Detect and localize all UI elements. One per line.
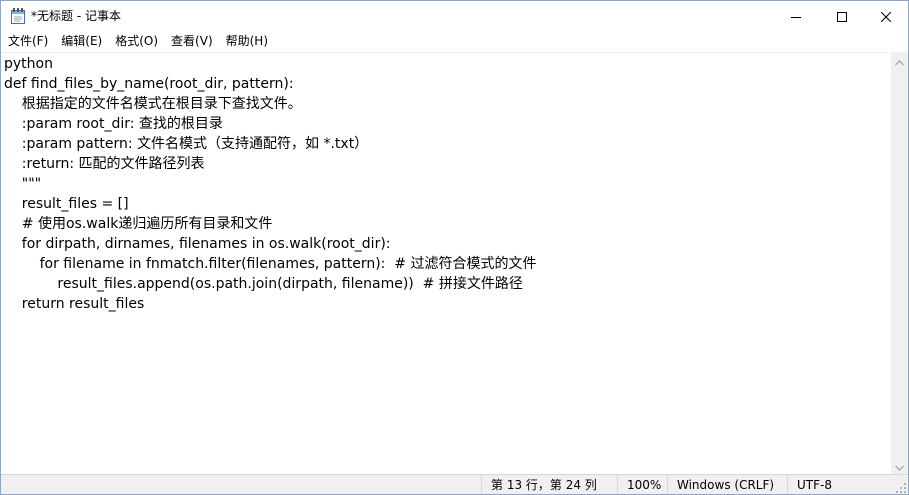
text-editor[interactable]: python def find_files_by_name(root_dir, … <box>1 52 891 475</box>
line-ending: Windows (CRLF) <box>667 475 785 494</box>
chevron-down-icon <box>895 456 904 475</box>
text-line: """ <box>4 176 42 192</box>
close-button[interactable] <box>863 1 908 31</box>
encoding: UTF-8 <box>787 475 887 494</box>
text-line: for dirpath, dirnames, filenames in os.w… <box>4 236 391 252</box>
resize-grip-icon[interactable] <box>895 482 907 494</box>
zoom-level: 100% <box>617 475 666 494</box>
scroll-down-button[interactable] <box>891 457 908 474</box>
text-line: result_files = [] <box>4 196 129 212</box>
editor-content: python def find_files_by_name(root_dir, … <box>4 54 536 314</box>
text-line: result_files.append(os.path.join(dirpath… <box>4 276 523 292</box>
menu-view[interactable]: 查看(V) <box>164 31 219 52</box>
window-title: *无标题 - 记事本 <box>31 9 121 23</box>
vertical-scrollbar[interactable] <box>891 52 908 474</box>
menu-bar: 文件(F) 编辑(E) 格式(O) 查看(V) 帮助(H) <box>1 31 908 52</box>
minimize-button[interactable] <box>773 1 819 31</box>
menu-file[interactable]: 文件(F) <box>1 31 54 52</box>
text-line: python <box>4 56 53 72</box>
text-line: return result_files <box>4 296 145 312</box>
text-line: :param root_dir: 查找的根目录 <box>4 116 223 132</box>
status-bar: 第 13 行，第 24 列 100% Windows (CRLF) UTF-8 <box>1 474 908 494</box>
scroll-up-button[interactable] <box>891 52 908 69</box>
notepad-icon[interactable] <box>11 8 25 24</box>
chevron-up-icon <box>895 51 904 70</box>
notepad-window: *无标题 - 记事本 文件(F) 编辑(E) 格式(O) 查看(V) 帮助(H)… <box>0 0 909 495</box>
maximize-button[interactable] <box>819 1 865 31</box>
cursor-position: 第 13 行，第 24 列 <box>481 475 614 494</box>
menu-edit[interactable]: 编辑(E) <box>54 31 108 52</box>
menu-help[interactable]: 帮助(H) <box>219 31 274 52</box>
text-line: for filename in fnmatch.filter(filenames… <box>4 256 537 272</box>
menu-format[interactable]: 格式(O) <box>108 31 164 52</box>
title-bar[interactable]: *无标题 - 记事本 <box>1 1 908 31</box>
maximize-icon <box>837 7 847 26</box>
text-line: 根据指定的文件名模式在根目录下查找文件。 <box>4 96 302 112</box>
text-line: :param pattern: 文件名模式（支持通配符，如 *.txt） <box>4 136 369 152</box>
text-line: :return: 匹配的文件路径列表 <box>4 156 205 172</box>
text-line: def find_files_by_name(root_dir, pattern… <box>4 76 294 92</box>
minimize-icon <box>791 7 801 26</box>
close-icon <box>880 7 892 26</box>
text-line: # 使用os.walk递归遍历所有目录和文件 <box>4 216 273 232</box>
